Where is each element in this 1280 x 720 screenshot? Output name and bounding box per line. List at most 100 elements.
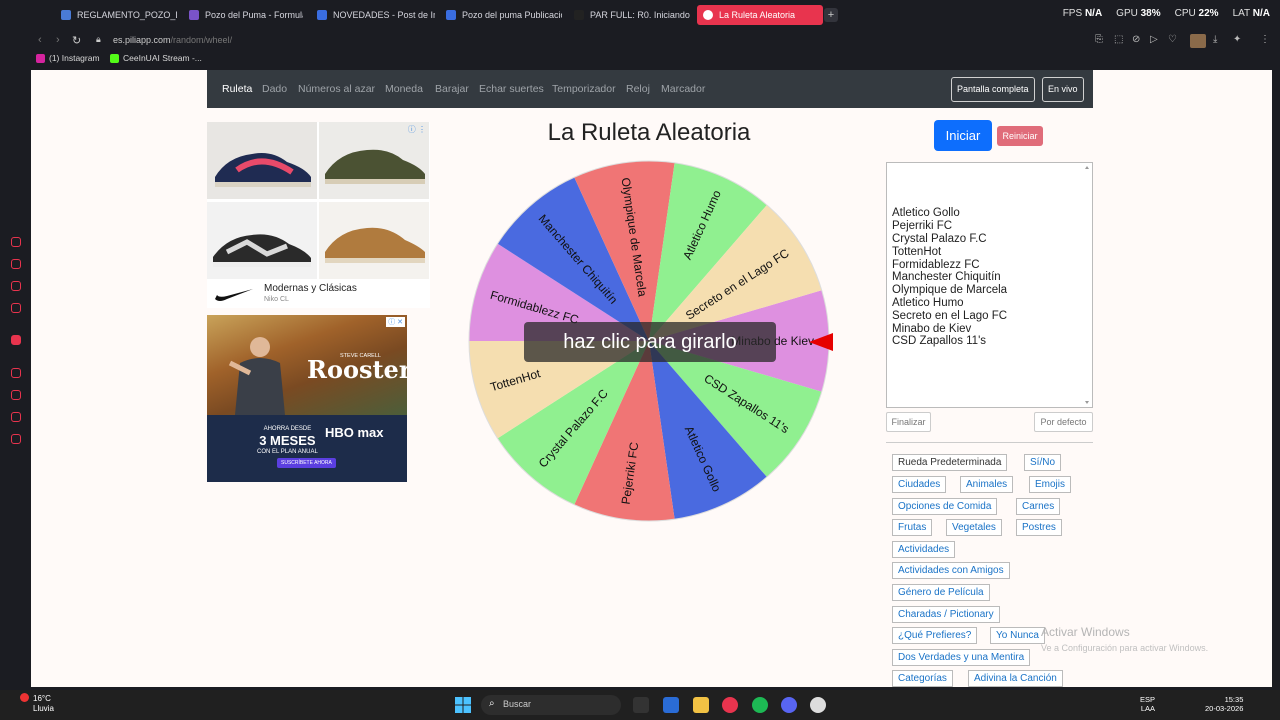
kick-icon (110, 53, 119, 63)
sidebar-messenger-icon[interactable] (11, 303, 21, 313)
ad-info-icon[interactable]: ⓘ ⋮ (408, 124, 426, 135)
tab-ruleta[interactable]: La Ruleta Aleatoria (697, 5, 823, 25)
default-button[interactable]: Por defecto (1034, 412, 1093, 432)
nav-barajar[interactable]: Barajar (435, 83, 469, 95)
bookmark-stream[interactable]: CeeInUAI Stream -... (110, 53, 202, 63)
tab-novedades[interactable]: NOVEDADES - Post de Ins (311, 5, 435, 25)
web-page: Ruleta Dado Números al azar Moneda Baraj… (31, 70, 1272, 687)
discord-icon[interactable] (781, 697, 797, 713)
preset-yes-no[interactable]: Sí/No (1024, 454, 1062, 471)
preset-default-wheel[interactable]: Rueda Predeterminada (892, 454, 1008, 471)
url-field[interactable]: es.piliapp.com/random/wheel/ (113, 35, 232, 45)
screenshot-icon[interactable]: ⬚ (1114, 34, 1123, 45)
preset-movie-genre[interactable]: Género de Película (892, 584, 990, 601)
file-explorer-icon[interactable] (693, 697, 709, 713)
entries-textarea[interactable]: Atletico Gollo Pejerriki FC Crystal Palazo… (886, 162, 1093, 408)
shoe-ad[interactable]: ⓘ ⋮ (207, 122, 430, 302)
new-tab-button[interactable]: + (824, 8, 838, 22)
heart-icon[interactable]: ♡ (1168, 34, 1177, 45)
preset-fruits[interactable]: Frutas (892, 519, 933, 536)
nav-marcador[interactable]: Marcador (661, 83, 705, 95)
preset-charades[interactable]: Charadas / Pictionary (892, 606, 1000, 623)
live-button[interactable]: En vivo (1042, 77, 1084, 102)
sidebar-player-icon[interactable] (11, 368, 21, 378)
nav-echar-suertes[interactable]: Echar suertes (479, 83, 544, 95)
finish-button[interactable]: Finalizar (886, 412, 931, 432)
preset-meats[interactable]: Carnes (1016, 498, 1061, 515)
sidebar-instagram-icon[interactable] (11, 281, 21, 291)
tab-bar: REGLAMENTO_POZO_DEL Pozo del Puma - Form… (0, 0, 1280, 30)
clock[interactable]: 15:35 20-03-2026 (1205, 695, 1243, 713)
tab-publicacion[interactable]: Pozo del puma Publicacio (440, 5, 562, 25)
bookmarks-bar: (1) Instagram CeeInUAI Stream -... (0, 52, 1280, 68)
preset-activities[interactable]: Actividades (892, 541, 956, 558)
weather-alert-icon (20, 693, 29, 702)
preset-cities[interactable]: Ciudades (892, 476, 947, 493)
opera-gx-icon[interactable] (722, 697, 738, 713)
adblock-icon[interactable]: ⊘ (1132, 34, 1140, 45)
reset-button[interactable]: Reiniciar (997, 126, 1043, 146)
preset-would-you-rather[interactable]: ¿Qué Prefieres? (892, 627, 978, 644)
preset-activities-friends[interactable]: Actividades con Amigos (892, 562, 1010, 579)
textarea-scrollbar[interactable] (1084, 165, 1090, 405)
preset-emojis[interactable]: Emojis (1029, 476, 1072, 493)
sidebar-history-icon[interactable] (11, 390, 21, 400)
download-icon[interactable]: ⤓ (1213, 34, 1217, 45)
subscribe-button[interactable]: SUSCRÍBETE AHORA (277, 458, 336, 468)
sidebar-twitch-icon[interactable] (11, 335, 21, 345)
start-button[interactable]: Iniciar (934, 120, 992, 151)
page-title: La Ruleta Aleatoria (547, 119, 751, 146)
entry-line: Manchester Chiquitín (892, 271, 1001, 284)
preset-guess-song[interactable]: Adivina la Canción (968, 670, 1063, 687)
back-arrow-icon[interactable]: ‹ (38, 34, 42, 46)
reload-icon[interactable]: ↻ (72, 34, 81, 47)
sidebar-extensions-icon[interactable] (11, 412, 21, 422)
avatar[interactable] (1190, 34, 1206, 48)
nav-numeros[interactable]: Números al azar (298, 83, 375, 95)
forward-arrow-icon[interactable]: › (56, 34, 60, 46)
nav-ruleta[interactable]: Ruleta (222, 83, 252, 95)
snapshot-icon[interactable]: ⎘ (1095, 34, 1103, 45)
address-bar: ‹ › ↻ 🔒︎ es.piliapp.com/random/wheel/ ⎘ … (0, 30, 1280, 52)
preset-desserts[interactable]: Postres (1016, 519, 1062, 536)
entry-line: Olympique de Marcela (892, 284, 1008, 297)
preset-food[interactable]: Opciones de Comida (892, 498, 998, 515)
sidebar-aria-icon[interactable] (11, 237, 21, 247)
store-icon[interactable] (663, 697, 679, 713)
menu-icon[interactable]: ⋮ (1260, 34, 1270, 45)
sidebar-settings-icon[interactable] (11, 434, 21, 444)
tab-formulario[interactable]: Pozo del Puma - Formular (183, 5, 303, 25)
fullscreen-button[interactable]: Pantalla completa (951, 77, 1035, 102)
preset-vegetables[interactable]: Vegetales (946, 519, 1002, 536)
windows-taskbar: 16°C Lluvia ⌕ Buscar ESP LAA 15:35 20-03… (0, 690, 1280, 720)
preset-never-have-i[interactable]: Yo Nunca (990, 627, 1045, 644)
windows-start-icon[interactable] (455, 697, 471, 713)
nav-temporizador[interactable]: Temporizador (552, 83, 616, 95)
weather-widget[interactable]: 16°C Lluvia (33, 694, 54, 714)
play-icon[interactable]: ▷ (1150, 34, 1158, 45)
entry-line: Minabo de Kiev (892, 322, 972, 335)
app-icon[interactable] (810, 697, 826, 713)
bookmark-instagram[interactable]: (1) Instagram (36, 53, 100, 63)
tab-reglamento[interactable]: REGLAMENTO_POZO_DEL (55, 5, 177, 25)
search-icon: ⌕ (489, 698, 495, 709)
hbo-ad[interactable]: STEVE CARELL Rooster AHORRA DESDE 3 MESE… (207, 315, 407, 482)
ad-brand-row[interactable]: Modernas y Clásicas Niko CL (207, 280, 430, 308)
ad-close-icon[interactable]: ⓘ ✕ (386, 317, 405, 327)
nav-dado[interactable]: Dado (262, 83, 287, 95)
taskbar-search[interactable]: ⌕ Buscar (481, 695, 621, 715)
task-view-icon[interactable] (633, 697, 649, 713)
ai-icon[interactable]: ✦ (1233, 34, 1241, 45)
sidebar-workspaces-icon[interactable] (11, 259, 21, 269)
nav-moneda[interactable]: Moneda (385, 83, 423, 95)
nav-reloj[interactable]: Reloj (626, 83, 650, 95)
language-indicator[interactable]: ESP LAA (1140, 695, 1155, 713)
spotify-icon[interactable] (752, 697, 768, 713)
preset-categories[interactable]: Categorías (892, 670, 953, 687)
preset-animals[interactable]: Animales (960, 476, 1014, 493)
tab-par-full[interactable]: PAR FULL: R0. Iniciando c (568, 5, 692, 25)
doc-favicon-icon (61, 10, 71, 20)
spin-hint[interactable]: haz clic para girarlo (524, 322, 776, 362)
preset-two-truths[interactable]: Dos Verdades y una Mentira (892, 649, 1031, 666)
page-scrollbar[interactable] (1272, 70, 1280, 687)
